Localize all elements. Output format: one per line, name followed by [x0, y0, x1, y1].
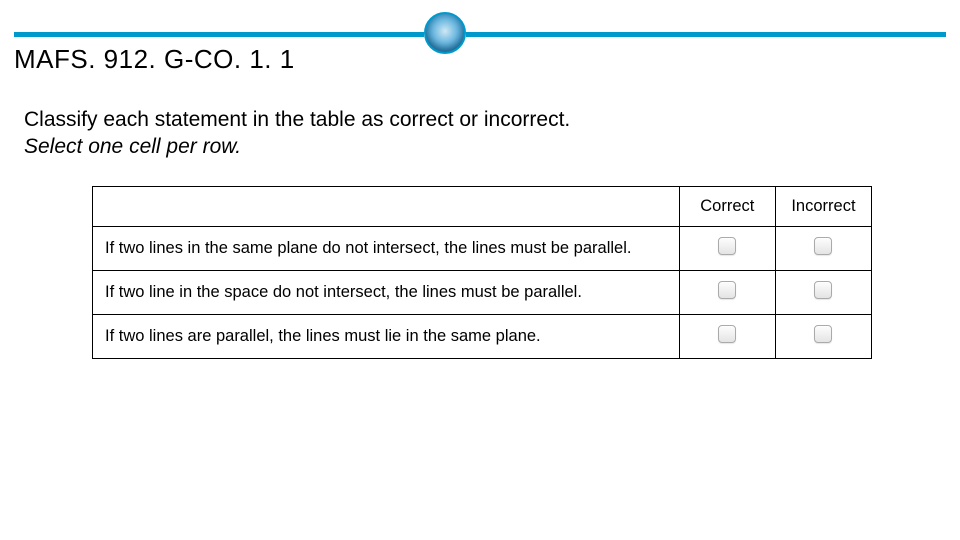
checkbox-correct-row1[interactable]	[718, 237, 736, 255]
checkbox-incorrect-row3[interactable]	[814, 325, 832, 343]
header-rule-left	[14, 32, 424, 37]
table-row: If two line in the space do not intersec…	[93, 271, 872, 315]
table-row: If two lines in the same plane do not in…	[93, 227, 872, 271]
checkbox-correct-row2[interactable]	[718, 281, 736, 299]
checkbox-correct-row3[interactable]	[718, 325, 736, 343]
classification-table: Correct Incorrect If two lines in the sa…	[92, 186, 872, 359]
statement-cell: If two line in the space do not intersec…	[93, 271, 680, 315]
logo-icon	[424, 12, 466, 54]
statement-cell: If two lines are parallel, the lines mus…	[93, 315, 680, 359]
table-header-blank	[93, 187, 680, 227]
header-rule-right	[466, 32, 946, 37]
table-row: If two lines are parallel, the lines mus…	[93, 315, 872, 359]
instruction-text: Classify each statement in the table as …	[24, 106, 920, 161]
instruction-line-2: Select one cell per row.	[24, 133, 920, 160]
page-title: MAFS. 912. G-CO. 1. 1	[14, 44, 295, 75]
statement-cell: If two lines in the same plane do not in…	[93, 227, 680, 271]
checkbox-incorrect-row1[interactable]	[814, 237, 832, 255]
table-header-correct: Correct	[679, 187, 775, 227]
checkbox-incorrect-row2[interactable]	[814, 281, 832, 299]
table-header-incorrect: Incorrect	[775, 187, 871, 227]
instruction-line-1: Classify each statement in the table as …	[24, 108, 570, 131]
